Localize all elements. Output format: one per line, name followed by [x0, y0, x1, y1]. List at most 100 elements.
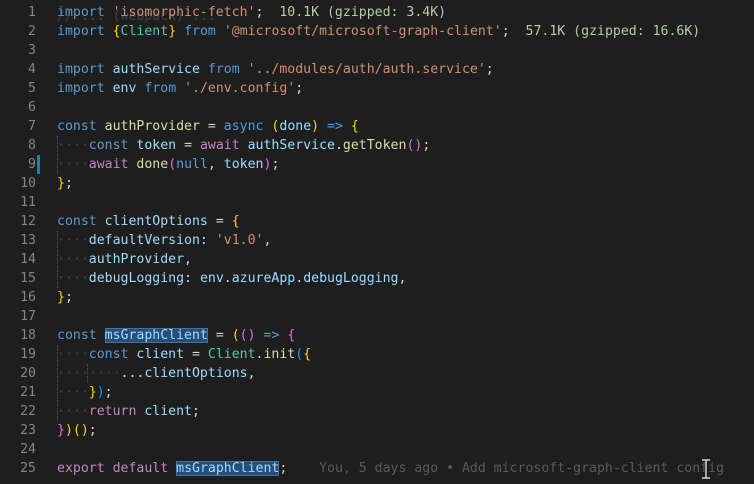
code-token: () — [239, 328, 256, 343]
code-line[interactable]: 15 ····debugLogging: env.azureApp.debugLo… — [0, 269, 754, 288]
whitespace-marker: ···· — [57, 347, 89, 362]
code-token: '@microsoft/microsoft-graph-client' — [223, 24, 502, 39]
code-token: ; — [295, 81, 304, 96]
code-token: clientOptions — [144, 366, 248, 381]
git-blame-annotation: You, 5 days ago • Add microsoft-graph-cl… — [319, 461, 724, 476]
line-number: 6 — [28, 100, 36, 115]
line-number: 18 — [20, 328, 36, 343]
code-line[interactable]: 7 const authProvider = async (done) => { — [0, 117, 754, 136]
code-line[interactable]: 22 ····return client; — [0, 402, 754, 421]
code-line[interactable]: 8 ····const token = await authService.get… — [0, 136, 754, 155]
code-token: } — [57, 176, 65, 191]
code-line[interactable]: 25 export default msGraphClient; You, 5 d… — [0, 459, 754, 478]
code-line[interactable]: 24 — [0, 440, 754, 459]
code-text: import {Client} from '@microsoft/microso… — [57, 22, 700, 41]
code-text: ····return client; — [57, 402, 200, 421]
text-cursor-icon — [702, 459, 710, 479]
code-token: async — [223, 119, 264, 134]
code-token: done — [136, 157, 169, 172]
line-number: 19 — [20, 347, 36, 362]
code-token: import — [57, 81, 105, 96]
code-token: ; — [104, 385, 113, 400]
line-number: 23 — [20, 423, 36, 438]
line-number: 4 — [28, 62, 36, 77]
code-token: ( — [168, 157, 177, 172]
code-token: = — [207, 328, 232, 343]
code-token: . — [223, 271, 232, 286]
code-line[interactable]: 1 import 'isomorphic-fetch'; 10.1K (gzipp… — [0, 3, 754, 22]
modified-line-indicator[interactable] — [37, 155, 40, 174]
code-token: 'isomorphic-fetch' — [112, 5, 256, 20]
code-line[interactable]: 21 ····}); — [0, 383, 754, 402]
code-token: = — [207, 214, 232, 229]
code-line[interactable]: 10}; — [0, 174, 754, 193]
code-token: Client — [207, 347, 256, 362]
code-token: ; — [88, 423, 97, 438]
code-token: { — [231, 214, 240, 229]
code-line[interactable]: 13 ····defaultVersion: 'v1.0', — [0, 231, 754, 250]
code-line[interactable]: 18 const msGraphClient = (() => { — [0, 326, 754, 345]
code-token: const — [88, 347, 129, 362]
whitespace-marker: ···· — [57, 157, 89, 172]
code-token: ; — [192, 404, 200, 419]
code-token: '../modules/auth/auth.service' — [247, 62, 486, 77]
code-token: ; — [422, 138, 431, 153]
code-token: token — [136, 138, 177, 153]
code-line[interactable]: 6 — [0, 98, 754, 117]
whitespace-marker: ···· — [57, 252, 89, 267]
whitespace-marker: ···· — [57, 404, 89, 419]
code-line[interactable]: 14 ····authProvider, — [0, 250, 754, 269]
code-line[interactable]: 19 ····const client = Client.init({ — [0, 345, 754, 364]
code-token: clientOptions — [104, 214, 208, 229]
line-number: 12 — [20, 214, 36, 229]
code-token: authService — [112, 62, 200, 77]
code-line[interactable]: 4 import authService from '../modules/aut… — [0, 60, 754, 79]
code-token: () — [406, 138, 423, 153]
whitespace-marker: ···· — [57, 233, 89, 248]
code-token: done — [279, 119, 312, 134]
code-token: . — [295, 271, 304, 286]
code-line[interactable]: 5 import env from './env.config'; — [0, 79, 754, 98]
code-line[interactable]: 20 ········...clientOptions, — [0, 364, 754, 383]
code-text: }; — [57, 288, 73, 307]
code-line[interactable]: 23 })(); — [0, 421, 754, 440]
code-token: } — [57, 290, 65, 305]
code-line[interactable]: 16}; — [0, 288, 754, 307]
code-token: = — [176, 138, 200, 153]
code-token: = — [184, 347, 208, 362]
line-number: 22 — [20, 404, 36, 419]
code-line[interactable]: 9 ····await done(null, token); — [0, 155, 754, 174]
whitespace-marker: ···· — [57, 271, 89, 286]
code-token: : — [199, 233, 216, 248]
code-line[interactable]: 12 const clientOptions = { — [0, 212, 754, 231]
line-number: 11 — [20, 195, 36, 210]
code-line[interactable]: 2 import {Client} from '@microsoft/micros… — [0, 22, 754, 41]
code-line[interactable]: 17 — [0, 307, 754, 326]
code-token: } — [168, 24, 177, 39]
import-size-annotation: 57.1K (gzipped: 16.6K) — [525, 24, 701, 39]
code-token: 'v1.0' — [215, 233, 264, 248]
code-token: ; — [64, 290, 73, 305]
code-line[interactable]: 11 — [0, 193, 754, 212]
code-line[interactable]: 3 — [0, 41, 754, 60]
code-token: ) — [96, 385, 105, 400]
line-number: 9 — [28, 157, 36, 172]
whitespace-marker: ···· — [57, 385, 89, 400]
highlighted-symbol: msGraphClient — [104, 328, 208, 343]
code-token: , — [184, 252, 192, 267]
code-editor[interactable]: // ... (webpack) ... 1 import 'isomorphic… — [0, 0, 754, 484]
code-text: const msGraphClient = (() => { — [57, 326, 295, 345]
code-token: from — [144, 81, 177, 96]
code-text: })(); — [57, 421, 97, 440]
